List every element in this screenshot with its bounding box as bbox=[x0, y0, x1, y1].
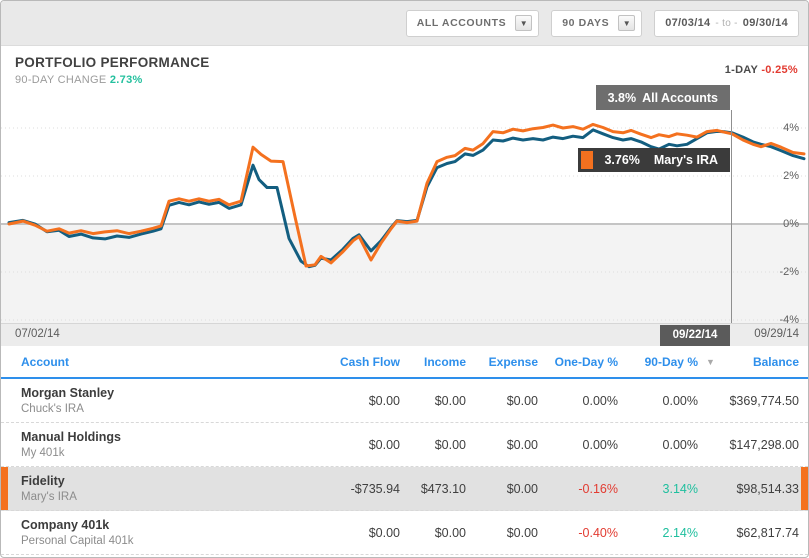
one-day-value: 0.00% bbox=[538, 438, 618, 452]
expense-value: $0.00 bbox=[466, 482, 538, 496]
date-range-picker[interactable]: 07/03/14 - to - 09/30/14 bbox=[654, 10, 799, 37]
top-filter-bar: ALL ACCOUNTS ▼ 90 DAYS ▼ 07/03/14 - to -… bbox=[1, 1, 808, 46]
one-day-value: 0.00% bbox=[538, 394, 618, 408]
expense-value: $0.00 bbox=[466, 526, 538, 540]
chevron-down-icon[interactable]: ▼ bbox=[515, 15, 532, 31]
ninety-day-change-value: 2.73% bbox=[110, 74, 143, 86]
table-row-morgan-stanley[interactable]: Morgan Stanley Chuck's IRA $0.00 $0.00 $… bbox=[1, 379, 808, 423]
account-name: Morgan Stanley bbox=[21, 386, 304, 400]
chart-subtitle: 90-DAY CHANGE 2.73% bbox=[15, 74, 210, 86]
income-value: $0.00 bbox=[400, 394, 466, 408]
account-name: Company 401k bbox=[21, 518, 304, 532]
sort-chevron-down-icon[interactable]: ▼ bbox=[706, 357, 715, 367]
chevron-down-icon[interactable]: ▼ bbox=[618, 15, 635, 31]
header-ninety-day[interactable]: 90-Day % bbox=[618, 355, 698, 369]
ninety-day-value: 0.00% bbox=[618, 394, 698, 408]
account-name: Fidelity bbox=[21, 474, 304, 488]
ninety-day-value: 0.00% bbox=[618, 438, 698, 452]
crosshair-date-badge: 09/22/14 bbox=[660, 325, 730, 346]
header-cash-flow[interactable]: Cash Flow bbox=[304, 355, 400, 369]
accounts-filter-dropdown[interactable]: ALL ACCOUNTS ▼ bbox=[406, 10, 539, 37]
date-separator: - to - bbox=[715, 18, 737, 29]
chart-header: PORTFOLIO PERFORMANCE 90-DAY CHANGE 2.73… bbox=[15, 55, 210, 86]
account-subname: Chuck's IRA bbox=[21, 403, 304, 415]
account-subname: My 401k bbox=[21, 447, 304, 459]
expense-value: $0.00 bbox=[466, 394, 538, 408]
x-axis-last-date: 09/29/14 bbox=[754, 328, 799, 340]
one-day-label: 1-DAY bbox=[725, 64, 758, 76]
header-expense[interactable]: Expense bbox=[466, 355, 538, 369]
y-axis-tick: -2% bbox=[759, 265, 799, 279]
income-value: $0.00 bbox=[400, 526, 466, 540]
date-range-dropdown[interactable]: 90 DAYS ▼ bbox=[551, 10, 642, 37]
header-account[interactable]: Account bbox=[1, 355, 304, 369]
income-value: $473.10 bbox=[400, 482, 466, 496]
table-row-manual-holdings[interactable]: Manual Holdings My 401k $0.00 $0.00 $0.0… bbox=[1, 423, 808, 467]
account-name: Manual Holdings bbox=[21, 430, 304, 444]
tooltip-marys-ira: 3.76% Mary's IRA bbox=[578, 148, 730, 172]
marys-ira-series-swatch-icon bbox=[581, 151, 593, 169]
cash-flow-value: $0.00 bbox=[304, 526, 400, 540]
table-row-company-401k[interactable]: Company 401k Personal Capital 401k $0.00… bbox=[1, 511, 808, 555]
date-range-label: 90 DAYS bbox=[562, 17, 609, 29]
cash-flow-value: $0.00 bbox=[304, 394, 400, 408]
tooltip-all-accounts-value: 3.8% bbox=[608, 91, 637, 105]
accounts-filter-label: ALL ACCOUNTS bbox=[417, 17, 506, 29]
expense-value: $0.00 bbox=[466, 438, 538, 452]
balance-value: $62,817.74 bbox=[698, 526, 808, 540]
tooltip-marys-ira-label: Mary's IRA bbox=[654, 153, 718, 167]
ninety-day-change-label: 90-DAY CHANGE bbox=[15, 74, 107, 86]
header-balance[interactable]: ▼ Balance bbox=[698, 355, 808, 369]
one-day-value: -0.40% bbox=[538, 526, 618, 540]
income-value: $0.00 bbox=[400, 438, 466, 452]
one-day-value: -0.25% bbox=[761, 64, 798, 76]
accounts-table-header: Account Cash Flow Income Expense One-Day… bbox=[1, 346, 808, 379]
cash-flow-value: $0.00 bbox=[304, 438, 400, 452]
tooltip-all-accounts: 3.8% All Accounts bbox=[596, 85, 730, 110]
balance-value: $147,298.00 bbox=[698, 438, 808, 452]
y-axis-tick: 4% bbox=[759, 121, 799, 135]
table-row-fidelity-selected[interactable]: Fidelity Mary's IRA -$735.94 $473.10 $0.… bbox=[1, 467, 808, 511]
ninety-day-value: 2.14% bbox=[618, 526, 698, 540]
balance-value: $98,514.33 bbox=[698, 482, 808, 496]
y-axis-tick: 2% bbox=[759, 169, 799, 183]
account-subname: Mary's IRA bbox=[21, 491, 304, 503]
tooltip-all-accounts-label: All Accounts bbox=[642, 91, 718, 105]
balance-value: $369,774.50 bbox=[698, 394, 808, 408]
ninety-day-value: 3.14% bbox=[618, 482, 698, 496]
chart-title: PORTFOLIO PERFORMANCE bbox=[15, 55, 210, 70]
start-date[interactable]: 07/03/14 bbox=[665, 17, 710, 29]
portfolio-dashboard-window: ALL ACCOUNTS ▼ 90 DAYS ▼ 07/03/14 - to -… bbox=[0, 0, 809, 558]
performance-chart-svg[interactable] bbox=[1, 89, 809, 323]
accounts-table: Account Cash Flow Income Expense One-Day… bbox=[1, 346, 808, 555]
performance-chart[interactable]: PORTFOLIO PERFORMANCE 90-DAY CHANGE 2.73… bbox=[1, 46, 808, 346]
tooltip-marys-ira-value: 3.76% bbox=[604, 153, 639, 167]
y-axis-tick: 0% bbox=[759, 217, 799, 231]
header-income[interactable]: Income bbox=[400, 355, 466, 369]
x-axis-strip: 07/02/14 09/29/14 09/22/14 bbox=[1, 323, 808, 346]
x-axis-first-date: 07/02/14 bbox=[15, 328, 60, 340]
cash-flow-value: -$735.94 bbox=[304, 482, 400, 496]
crosshair-line bbox=[731, 110, 732, 331]
end-date[interactable]: 09/30/14 bbox=[743, 17, 788, 29]
one-day-value: -0.16% bbox=[538, 482, 618, 496]
header-one-day[interactable]: One-Day % bbox=[538, 355, 618, 369]
one-day-change: 1-DAY -0.25% bbox=[725, 64, 798, 76]
account-subname: Personal Capital 401k bbox=[21, 535, 304, 547]
